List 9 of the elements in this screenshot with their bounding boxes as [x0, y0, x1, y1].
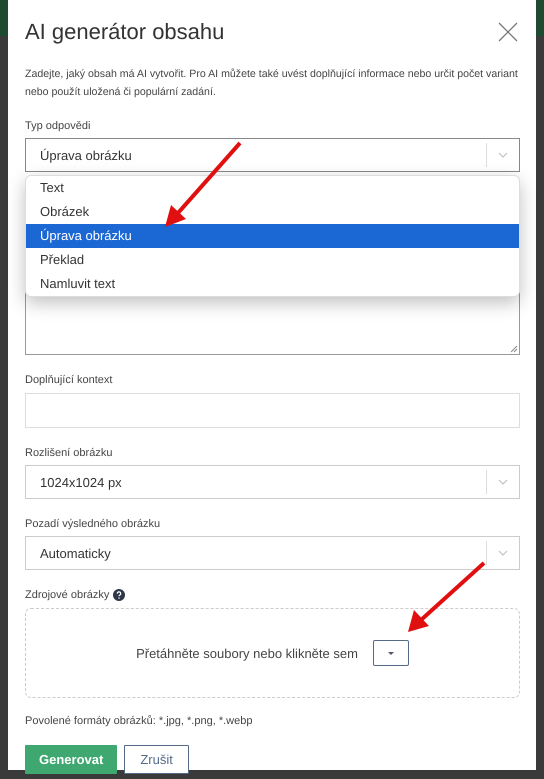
description: Zadejte, jaký obsah má AI vytvořit. Pro AI můžete také uvést doplňující informace nebo určit počet variant nebo použít uložená či populární zadání.: [25, 67, 519, 100]
field-label: Rozlišení obrázku: [25, 446, 114, 460]
dialog-title: AI generátor obsahu: [25, 19, 224, 45]
field-label: Zdrojové obrázky: [25, 588, 110, 602]
field-label: Doplňující kontext: [25, 373, 114, 387]
field-label: Pozadí výsledného obrázku: [25, 517, 162, 531]
dropzone-prompt: Přetáhněte soubory nebo klikněte sem: [136, 646, 358, 660]
field-label: Typ odpovědi: [25, 119, 92, 133]
formats-note: Povolené formáty obrázků: *.jpg, *.png, *.webp: [25, 715, 254, 727]
